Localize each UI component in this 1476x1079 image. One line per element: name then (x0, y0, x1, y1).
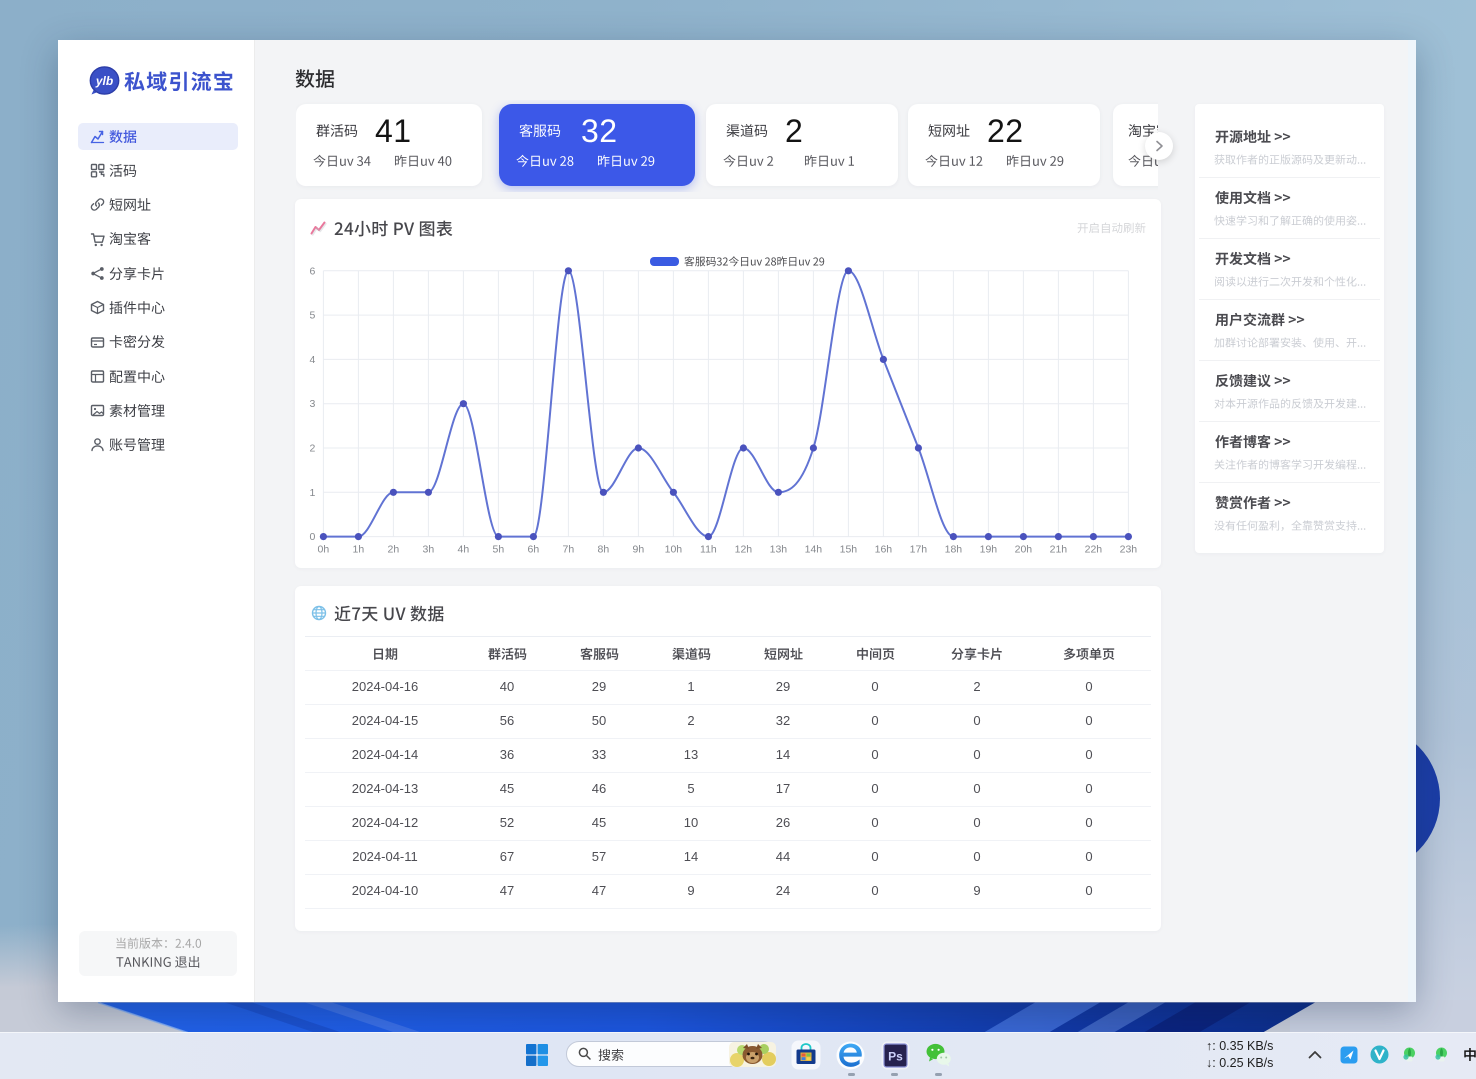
svg-text:Ps: Ps (888, 1050, 903, 1064)
svg-text:15h: 15h (840, 544, 858, 556)
svg-text:22h: 22h (1085, 544, 1103, 556)
svg-text:0h: 0h (318, 544, 330, 556)
svg-text:10h: 10h (665, 544, 683, 556)
svg-text:2: 2 (310, 443, 316, 455)
svg-text:14h: 14h (805, 544, 823, 556)
svg-text:17h: 17h (910, 544, 928, 556)
svg-text:ylb: ylb (95, 74, 113, 88)
svg-text:3: 3 (310, 398, 316, 410)
svg-text:13h: 13h (770, 544, 788, 556)
svg-text:9h: 9h (633, 544, 645, 556)
svg-text:8h: 8h (598, 544, 610, 556)
svg-text:6: 6 (310, 265, 316, 277)
svg-text:1: 1 (310, 487, 316, 499)
svg-text:6h: 6h (528, 544, 540, 556)
svg-text:16h: 16h (875, 544, 893, 556)
svg-text:2h: 2h (388, 544, 400, 556)
svg-text:18h: 18h (945, 544, 963, 556)
svg-text:3h: 3h (423, 544, 435, 556)
svg-text:5h: 5h (493, 544, 505, 556)
svg-text:7h: 7h (563, 544, 575, 556)
svg-text:4h: 4h (458, 544, 470, 556)
svg-text:12h: 12h (735, 544, 753, 556)
svg-text:4: 4 (310, 354, 316, 366)
svg-text:0: 0 (310, 531, 316, 543)
svg-text:5: 5 (310, 310, 316, 322)
svg-text:1h: 1h (353, 544, 365, 556)
svg-text:19h: 19h (980, 544, 998, 556)
svg-text:11h: 11h (700, 544, 717, 556)
svg-text:23h: 23h (1120, 544, 1138, 556)
svg-text:20h: 20h (1015, 544, 1033, 556)
svg-text:21h: 21h (1050, 544, 1068, 556)
